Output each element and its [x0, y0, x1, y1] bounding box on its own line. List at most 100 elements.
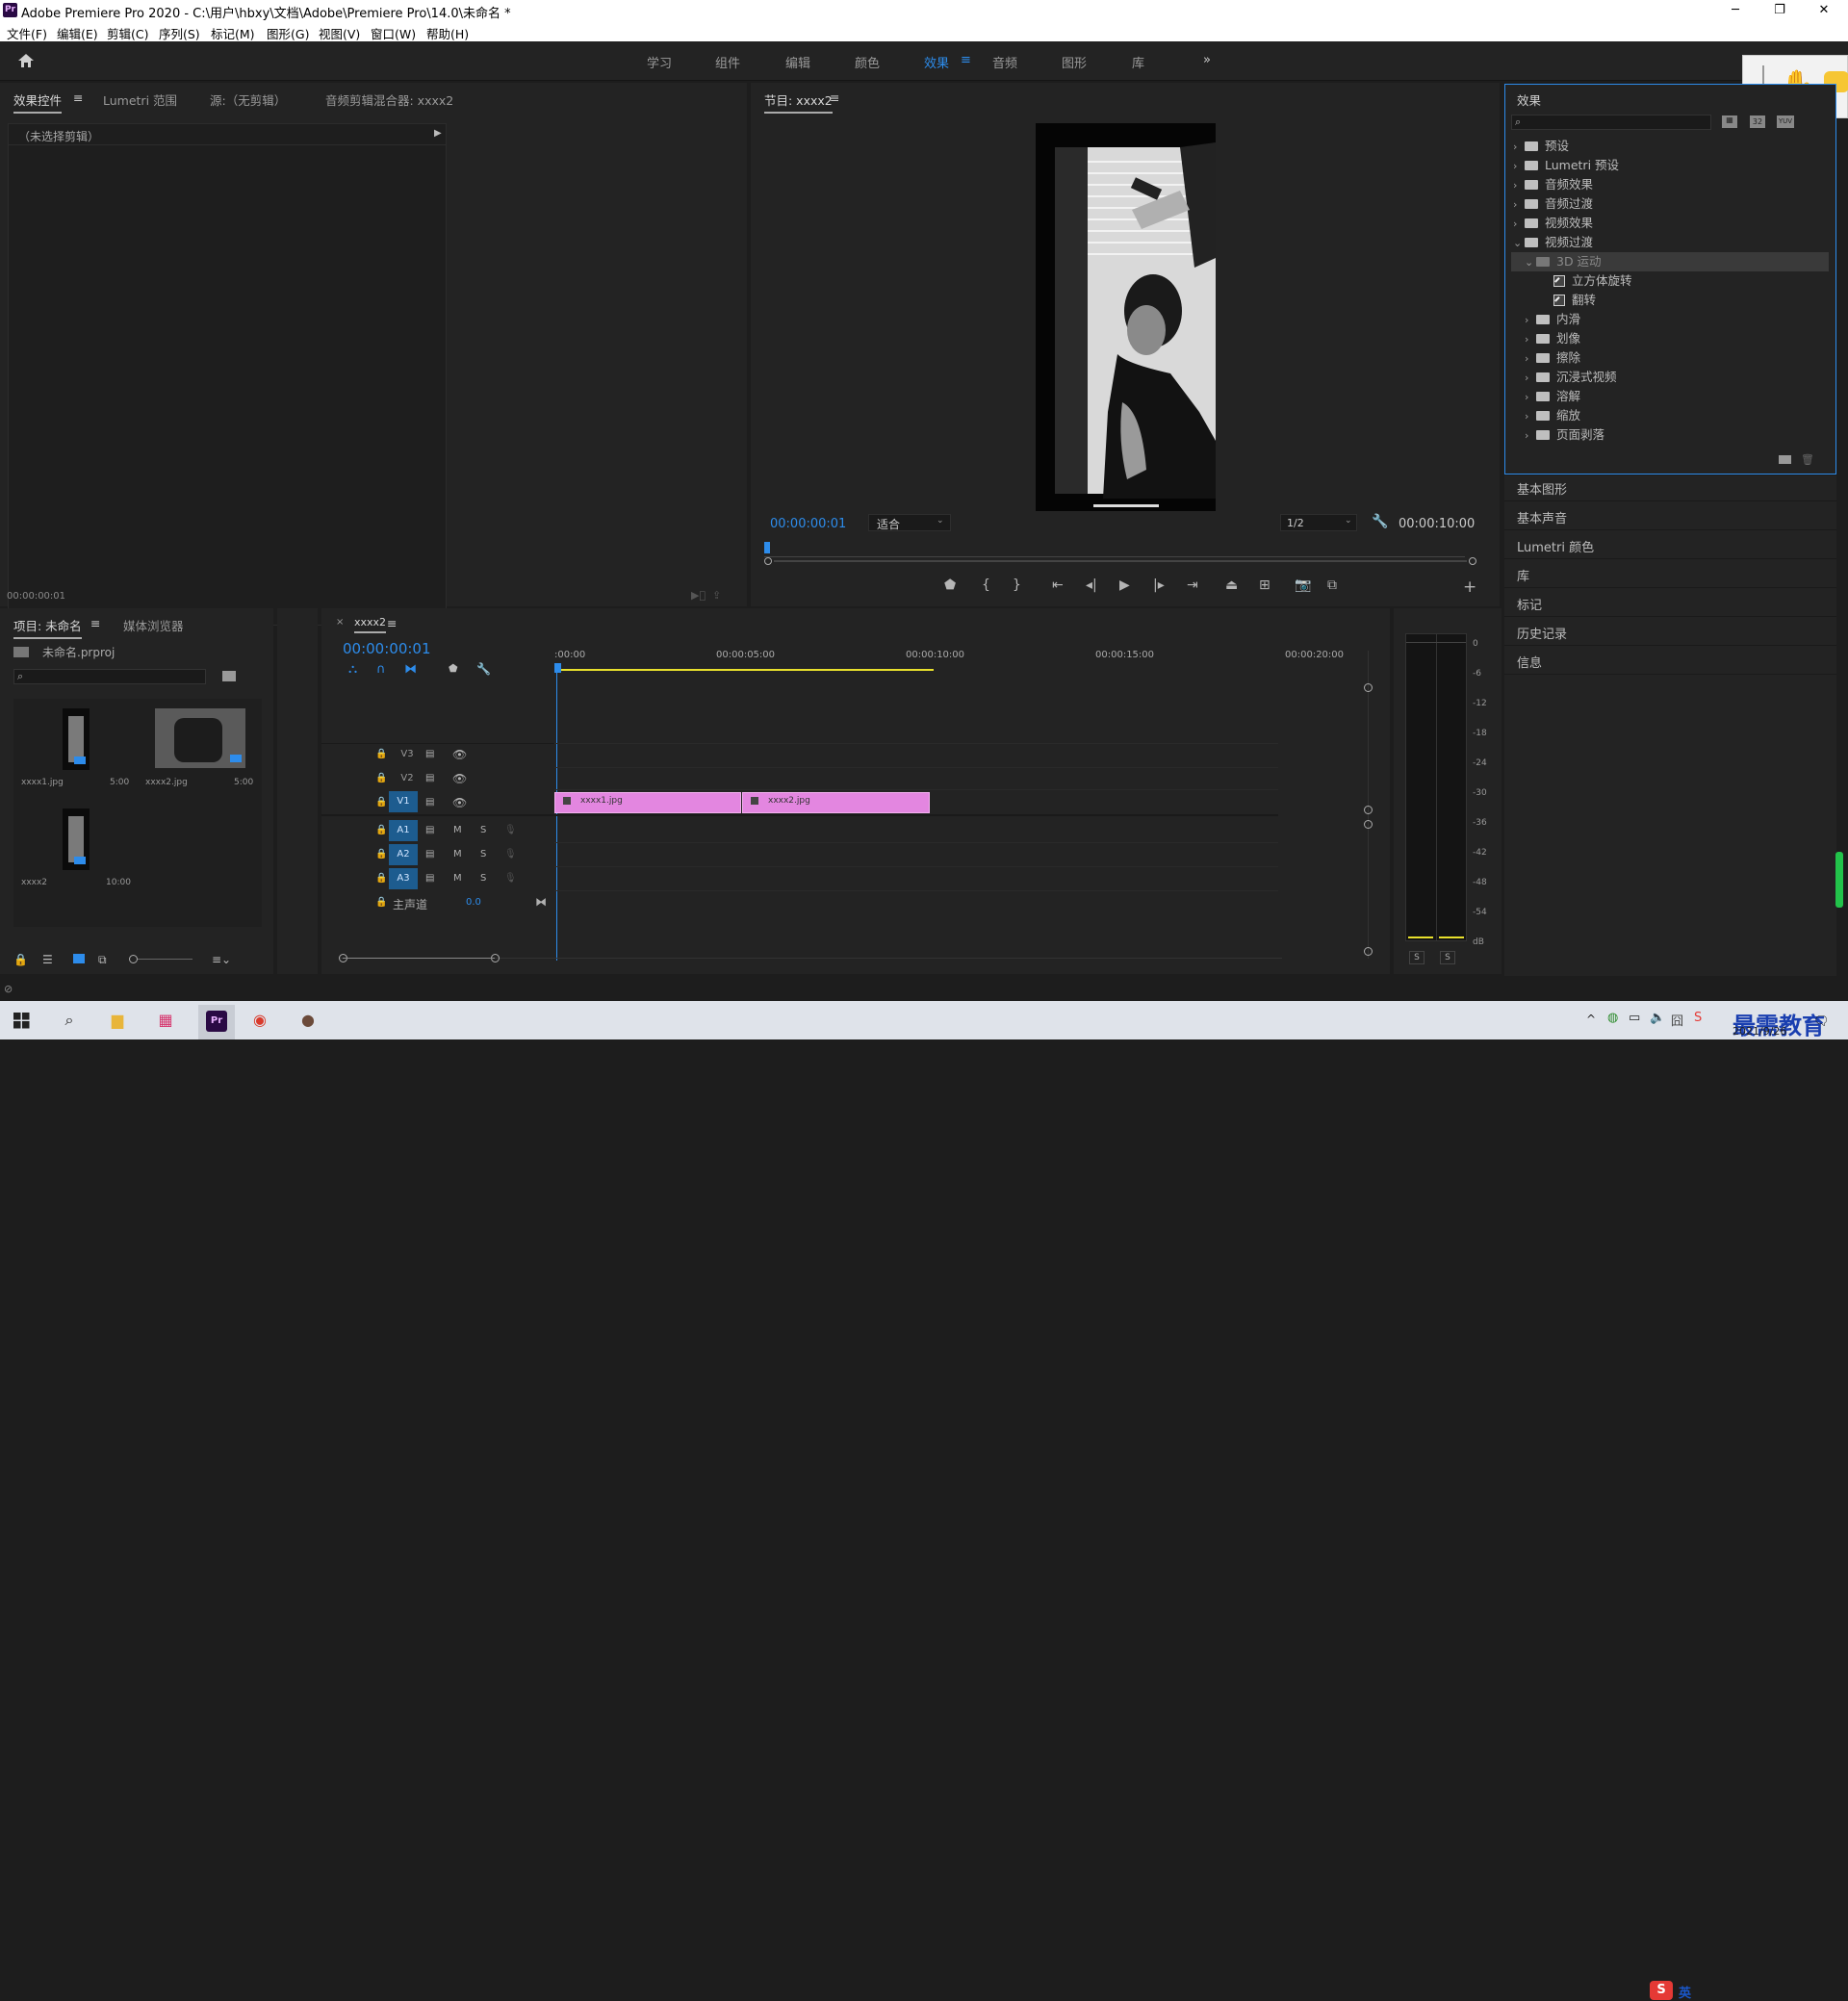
mute-button[interactable]: M [453, 849, 462, 859]
file-explorer-icon[interactable]: ▆ [104, 1007, 131, 1034]
accelerated-effects-icon[interactable]: ▦ [1722, 115, 1737, 128]
home-icon[interactable] [17, 53, 35, 68]
lock-track-icon[interactable]: 🔒 [375, 749, 387, 759]
microphone-icon[interactable]: 🎙 [504, 825, 517, 835]
zoom-handle-right[interactable] [1469, 557, 1476, 565]
project-item-sequence-xxxx2[interactable]: xxxx2 10:00 [15, 801, 136, 897]
microphone-icon[interactable]: 🎙 [504, 873, 517, 884]
play-icon[interactable]: ▶ [1119, 577, 1130, 593]
sogou-tray-icon[interactable]: S [1694, 1011, 1702, 1025]
solo-button[interactable]: S [480, 873, 486, 884]
scroll-handle[interactable] [1364, 820, 1373, 829]
tab-audio-clip-mixer[interactable]: 音频剪辑混合器: xxxx2 [325, 90, 453, 109]
track-label-a2[interactable]: A2 [389, 844, 418, 865]
lock-track-icon[interactable]: 🔒 [375, 897, 387, 908]
effects-search-input[interactable]: ⌕ [1511, 115, 1711, 130]
sync-lock-icon[interactable]: ▤ [425, 797, 434, 808]
scroll-handle[interactable] [1364, 947, 1373, 956]
project-item-xxxx2[interactable]: xxxx2.jpg 5:00 [140, 701, 260, 797]
trash-icon[interactable]: 🗑 [1801, 453, 1814, 466]
network-icon[interactable]: ▭ [1629, 1011, 1640, 1025]
tab-sequence[interactable]: xxxx2 [354, 616, 387, 633]
mute-button[interactable]: M [453, 825, 462, 835]
program-video-frame[interactable] [1036, 123, 1216, 511]
lock-track-icon[interactable]: 🔒 [375, 825, 387, 835]
track-label-a1[interactable]: A1 [389, 820, 418, 841]
minimize-button[interactable]: ─ [1713, 0, 1758, 20]
zoom-slider-handle[interactable] [129, 955, 138, 963]
panel-history[interactable]: 历史记录 [1517, 624, 1567, 642]
more-workspaces-icon[interactable]: » [1203, 53, 1211, 67]
panel-essential-sound[interactable]: 基本声音 [1517, 508, 1567, 526]
user-app-icon[interactable]: ● [295, 1007, 321, 1034]
ime-language[interactable]: 英 [1679, 1983, 1691, 2001]
list-view-icon[interactable]: ☰ [42, 953, 53, 966]
solo-left-button[interactable]: S [1409, 951, 1424, 964]
restore-button[interactable]: ❐ [1758, 0, 1802, 20]
solo-right-button[interactable]: S [1440, 951, 1455, 964]
tree-item-audio-effects[interactable]: › 音频效果 [1513, 175, 1593, 194]
tab-effect-controls[interactable]: 效果控件 [13, 90, 63, 114]
freeform-view-icon[interactable]: ⧉ [98, 953, 107, 967]
app-store-icon[interactable]: ▦ [152, 1007, 179, 1034]
workspace-learn[interactable]: 学习 [647, 53, 672, 71]
workspace-menu-icon[interactable]: ≡ [961, 53, 971, 67]
menu-marker[interactable]: 标记(M) [211, 24, 255, 42]
panel-info[interactable]: 信息 [1517, 653, 1542, 671]
tree-item-cube-spin[interactable]: 立方体旋转 [1553, 271, 1632, 291]
comparison-view-icon[interactable]: ⧉ [1327, 577, 1337, 593]
go-to-out-icon[interactable]: ⇥ [1187, 577, 1198, 593]
yuv-effects-icon[interactable]: YUV [1777, 115, 1794, 128]
play-arrow-icon[interactable]: ▶ [434, 128, 442, 139]
program-monitor-title[interactable]: 节目: xxxx2 [764, 90, 833, 114]
program-menu-icon[interactable]: ≡ [830, 90, 839, 105]
eye-icon[interactable]: 👁 [452, 748, 467, 761]
tree-item-video-effects[interactable]: › 视频效果 [1513, 214, 1593, 233]
tab-lumetri-scopes[interactable]: Lumetri 范围 [103, 90, 177, 109]
tree-item-video-transitions[interactable]: ⌄ 视频过渡 [1513, 233, 1593, 252]
32bit-effects-icon[interactable]: 32 [1750, 115, 1765, 128]
menu-edit[interactable]: 编辑(E) [57, 24, 98, 42]
workspace-audio[interactable]: 音频 [992, 53, 1017, 71]
timeline-ruler[interactable]: :00:00 00:00:05:00 00:00:10:00 00:00:15:… [554, 650, 1344, 679]
go-to-edit-point-icon[interactable]: ⧓ [535, 895, 547, 909]
program-zoom-bar[interactable] [764, 557, 1480, 565]
premiere-taskbar-item[interactable]: Pr [198, 1005, 235, 1039]
menu-sequence[interactable]: 序列(S) [159, 24, 200, 42]
sync-lock-icon[interactable]: ▤ [425, 825, 434, 835]
sync-lock-icon[interactable]: ▤ [425, 773, 434, 783]
zoom-slider[interactable] [129, 955, 192, 963]
tree-item-presets[interactable]: › 预设 [1513, 137, 1569, 156]
menu-file[interactable]: 文件(F) [7, 24, 47, 42]
resolution-dropdown[interactable]: 1/2 ⌄ [1280, 514, 1357, 531]
search-icon[interactable]: ⌕ [56, 1007, 83, 1034]
program-time-ruler[interactable] [764, 542, 1465, 557]
timeline-vertical-scrollbar[interactable] [1368, 651, 1369, 959]
solo-button[interactable]: S [480, 849, 486, 859]
panel-markers[interactable]: 标记 [1517, 595, 1542, 613]
export-frame-icon[interactable]: 📷 [1295, 577, 1311, 593]
new-bin-icon[interactable] [1779, 455, 1791, 464]
project-item-xxxx1[interactable]: xxxx1.jpg 5:00 [15, 701, 136, 797]
track-label-a3[interactable]: A3 [389, 868, 418, 889]
button-editor-icon[interactable]: + [1463, 577, 1476, 597]
tree-item-audio-transitions[interactable]: › 音频过渡 [1513, 194, 1593, 214]
filter-icon[interactable]: ▶⃒ [691, 589, 706, 602]
lock-track-icon[interactable]: 🔒 [375, 797, 387, 808]
extract-icon[interactable]: ⊞ [1259, 577, 1270, 593]
lift-icon[interactable]: ⏏ [1225, 577, 1238, 593]
timeline-playhead-line[interactable] [556, 672, 557, 961]
program-timecode[interactable]: 00:00:00:01 [770, 517, 846, 531]
menu-graphics[interactable]: 图形(G) [267, 24, 309, 42]
timeline-timecode[interactable]: 00:00:00:01 [343, 640, 431, 657]
tree-item-slide[interactable]: › 内滑 [1525, 310, 1580, 329]
lock-track-icon[interactable]: 🔒 [375, 849, 387, 859]
tree-item-wipe[interactable]: › 擦除 [1525, 348, 1580, 368]
workspace-effects[interactable]: 效果 [924, 53, 949, 71]
snap-icon[interactable]: ∩ [376, 662, 386, 677]
export-frame-icon[interactable]: ⇪ [712, 589, 721, 602]
tab-project[interactable]: 项目: 未命名 [13, 616, 82, 639]
panel-lumetri-color[interactable]: Lumetri 颜色 [1517, 537, 1594, 555]
workspace-graphics[interactable]: 图形 [1062, 53, 1087, 71]
tree-item-dissolve[interactable]: › 溶解 [1525, 387, 1580, 406]
